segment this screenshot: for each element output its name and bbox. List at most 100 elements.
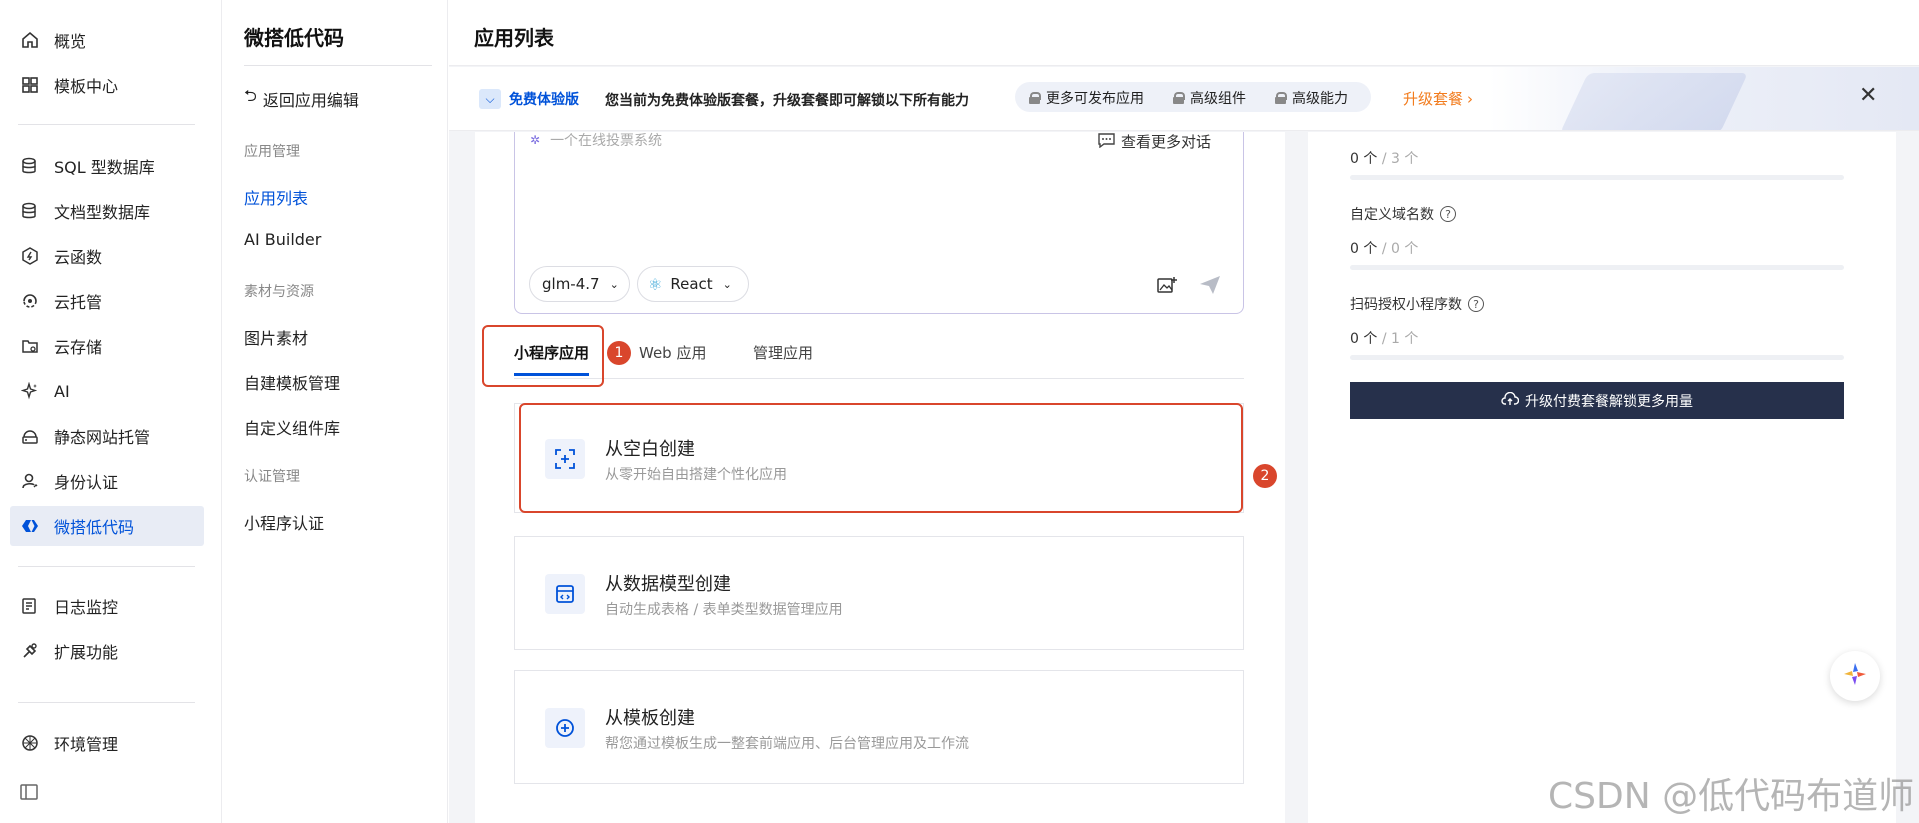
nav-item-static-hosting[interactable]: 静态网站托管 [10,416,204,456]
tab-admin-app[interactable]: 管理应用 [753,342,813,363]
add-circle-icon [545,708,585,748]
subnav-item-custom-templates[interactable]: 自建模板管理 [244,370,340,394]
subnav-divider [244,65,432,66]
lock-icon [1029,92,1041,104]
tabs-divider [514,378,1244,379]
tab-web-app[interactable]: Web 应用 [639,342,706,363]
page-title: 应用列表 [474,26,554,50]
subnav-item-mini-program-auth[interactable]: 小程序认证 [244,510,324,534]
nav-item-extensions[interactable]: 扩展功能 [10,631,204,671]
nav-label: SQL 型数据库 [54,158,155,177]
lock-icon [1275,92,1287,104]
subnav-item-ai-builder[interactable]: AI Builder [244,230,321,249]
nav-item-logs[interactable]: 日志监控 [10,586,204,626]
nav-item-ai[interactable]: AI [10,371,204,411]
upgrade-paid-plan-button[interactable]: 升级付费套餐解锁更多用量 [1350,382,1844,419]
close-icon[interactable]: ✕ [1859,83,1877,108]
chevron-right-icon: › [1467,89,1474,108]
stat-label-domains: 自定义域名数? [1350,204,1456,224]
card-description: 帮您通过模板生成一整套前端应用、后台管理应用及工作流 [605,736,969,752]
chat-bubble-icon [1098,132,1115,152]
help-icon[interactable]: ? [1440,206,1456,222]
back-to-app-edit-link[interactable]: ⮌ 返回应用编辑 [244,85,359,112]
nav-label: 扩展功能 [54,643,119,662]
nav-item-auth[interactable]: 身份认证 [10,461,204,501]
nav-label: 环境管理 [54,735,119,754]
lock-icon [1173,92,1185,104]
nav-label: 云托管 [54,293,103,312]
nav-divider [18,124,195,125]
lowcode-icon [20,516,40,536]
sparkle-icon: ✲ [530,133,541,147]
nav-item-storage[interactable]: 云存储 [10,326,204,366]
group-label-auth: 认证管理 [244,469,300,485]
database-icon [20,156,40,176]
prompt-placeholder: 一个在线投票系统 [550,133,663,149]
create-from-data-model-card[interactable]: 从数据模型创建 自动生成表格 / 表单类型数据管理应用 [514,536,1244,650]
chevron-down-icon: ⌄ [609,277,619,291]
nav-item-doc-database[interactable]: 文档型数据库 [10,191,204,231]
extension-icon [20,641,40,661]
help-icon[interactable]: ? [1468,296,1484,312]
stat-value-mini-programs: 0 个 / 1 个 [1350,331,1419,347]
prompt-input[interactable]: ✲ 一个在线投票系统 [530,130,662,150]
subnav-item-images[interactable]: 图片素材 [244,325,308,349]
return-arrow-icon: ⮌ [244,86,257,105]
subnav-item-custom-components[interactable]: 自定义组件库 [244,415,340,439]
model-value: glm-4.7 [542,275,600,293]
stat-value-domains: 0 个 / 0 个 [1350,241,1419,257]
page-header: 应用列表 [449,0,1919,66]
nav-label: 云函数 [54,248,103,267]
back-label: 返回应用编辑 [262,90,359,110]
upgrade-plan-link[interactable]: 升级套餐 › [1403,88,1473,109]
annotation-box-tab [482,325,604,387]
framework-select[interactable]: ⚛ React ⌄ [637,266,749,302]
nav-item-cloud-function[interactable]: 云函数 [10,236,204,276]
nav-label: 身份认证 [54,473,119,492]
nav-item-environment[interactable]: 环境管理 [10,723,204,763]
stat-progress-bar [1350,355,1844,360]
function-icon [20,246,40,266]
create-from-template-card[interactable]: 从模板创建 帮您通过模板生成一整套前端应用、后台管理应用及工作流 [514,670,1244,784]
model-select[interactable]: glm-4.7 ⌄ [529,266,630,302]
send-icon[interactable] [1198,274,1222,300]
feature-advanced-components: 高级组件 [1173,88,1246,108]
stat-progress-bar [1350,265,1844,270]
nav-item-templates[interactable]: 模板中心 [10,65,204,105]
cloud-run-icon [20,291,40,311]
user-auth-icon [20,471,40,491]
plan-badge-icon: ⌵ [479,89,501,109]
nav-item-overview[interactable]: 概览 [10,20,204,60]
feature-advanced-capabilities: 高级能力 [1275,88,1348,108]
banner-illustration [1560,73,1748,130]
view-more-conversations-button[interactable]: 查看更多对话 [1098,131,1211,152]
grid-icon [20,75,40,95]
banner-message: 您当前为免费体验版套餐，升级套餐即可解锁以下所有能力 [605,93,969,109]
nav-item-lowcode[interactable]: 微搭低代码 [10,506,204,546]
view-more-label: 查看更多对话 [1121,133,1212,151]
ai-assistant-button[interactable] [1830,651,1880,701]
nav-label: 日志监控 [54,598,119,617]
nav-item-sql-database[interactable]: SQL 型数据库 [10,146,204,186]
collapse-sidebar-icon[interactable] [20,784,38,804]
nav-label: 云存储 [54,338,103,357]
subnav-item-app-list[interactable]: 应用列表 [244,185,308,209]
feature-publish-more: 更多可发布应用 [1029,88,1144,108]
nav-item-cloud-run[interactable]: 云托管 [10,281,204,321]
usage-panel [1308,132,1896,823]
group-label-assets: 素材与资源 [244,284,314,300]
cloud-upload-icon [1501,391,1520,410]
group-label-app-management: 应用管理 [244,144,300,160]
storage-icon [20,336,40,356]
nav-label: AI [54,381,70,401]
assistant-logo-icon [1841,660,1869,692]
annotation-box-card [519,403,1243,513]
home-icon [20,30,40,50]
nav-divider [18,702,195,703]
document-database-icon [20,201,40,221]
secondary-nav: 微搭低代码 ⮌ 返回应用编辑 应用管理 应用列表 AI Builder 素材与资… [223,0,448,823]
annotation-badge-2: 2 [1253,464,1277,488]
image-upload-icon[interactable] [1157,276,1177,298]
watermark-text: CSDN @低代码布道师 [1548,776,1915,817]
left-nav: 概览 模板中心 SQL 型数据库 文档型数据库 云函数 云托管 云存储 AI 静… [0,0,222,823]
